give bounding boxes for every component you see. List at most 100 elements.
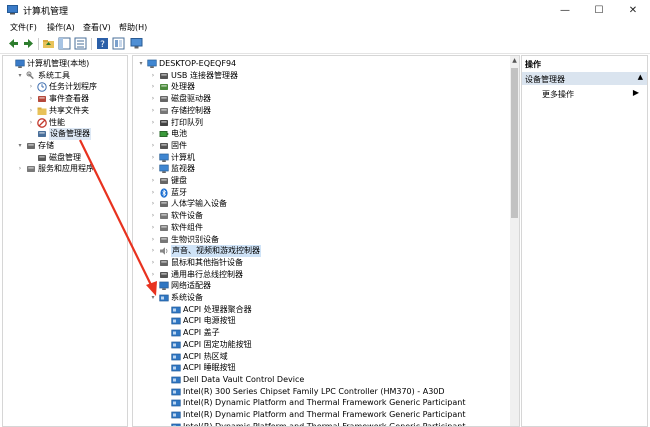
software-component-icon [160,224,168,231]
console-tree-item-label: 计算机管理(本地) [27,59,90,68]
system-device-icon [159,294,169,302]
expand-toggle-icon[interactable]: › [149,234,157,246]
expand-toggle-icon[interactable]: › [149,152,157,164]
menu-help[interactable]: 帮助(H) [119,22,147,33]
properties-icon[interactable] [112,37,125,50]
expand-toggle-icon[interactable]: › [149,81,157,93]
device-tree-item-label: 打印队列 [171,117,203,127]
show-hide-tree-icon[interactable] [58,37,71,50]
menu-bar: 文件(F) 操作(A) 查看(V) 帮助(H) [0,20,650,34]
actions-section-label: 设备管理器 [525,75,565,84]
system-device-icon [171,329,181,337]
submenu-arrow-icon[interactable]: ▶ [633,88,639,97]
tools-icon [26,71,34,79]
cpu-icon [160,84,168,91]
maximize-button[interactable]: ☐ [582,0,616,20]
toolbar: ? [0,34,650,54]
menu-action[interactable]: 操作(A) [47,22,75,33]
actions-pane: 操作 设备管理器 ▲ 更多操作 ▶ [521,55,648,427]
forward-icon[interactable] [22,37,35,50]
disk-icon [38,154,46,161]
services-icon [27,166,35,173]
software-device-icon [160,213,168,220]
expand-toggle-icon[interactable]: › [27,93,35,105]
expand-toggle-icon[interactable]: › [27,105,35,117]
system-device-icon [171,364,181,372]
console-tree-item-label: 服务和应用程序 [38,164,94,174]
actions-section-device-manager[interactable]: 设备管理器 ▲ [522,72,647,85]
device-tree-item-label: USB 连接器管理器 [171,70,238,80]
expand-toggle-icon[interactable]: › [149,222,157,234]
menu-file[interactable]: 文件(F) [10,22,37,33]
expand-toggle-icon[interactable]: › [149,187,157,199]
expand-toggle-icon[interactable]: › [149,198,157,210]
expand-toggle-icon[interactable]: › [27,81,35,93]
collapse-arrow-icon[interactable]: ▲ [638,73,643,81]
device-tree-item-label: 处理器 [171,82,195,92]
system-device-icon [171,411,181,419]
vertical-scrollbar[interactable]: ▲ [510,56,519,426]
expand-toggle-icon[interactable]: › [149,140,157,152]
device-tree-item-label: ACPI 处理器聚合器 [183,304,252,314]
expand-toggle-icon[interactable]: › [149,257,157,269]
minimize-button[interactable]: — [548,0,582,20]
network-icon [159,281,169,291]
monitor-icon [159,164,169,174]
expand-toggle-icon[interactable]: ▾ [149,292,157,304]
expand-toggle-icon[interactable]: › [16,163,24,175]
console-tree-item-label: 任务计划程序 [49,82,97,92]
system-device-icon [171,376,181,384]
device-tree-item-label: 计算机 [171,152,195,162]
console-tree-item-label: 磁盘管理 [49,152,81,162]
actions-header: 操作 [525,60,541,69]
help-icon[interactable]: ? [96,37,109,50]
expand-toggle-icon[interactable]: › [149,117,157,129]
expand-toggle-icon[interactable]: ▾ [137,58,145,70]
hid-icon [160,201,168,208]
device-tree-item-label: ACPI 热区域 [183,351,228,361]
device-tree-item-label: 软件设备 [171,211,203,221]
expand-toggle-icon[interactable]: › [149,163,157,175]
expand-toggle-icon[interactable]: › [149,105,157,117]
expand-toggle-icon[interactable]: › [149,70,157,82]
expand-toggle-icon[interactable]: › [149,245,157,257]
console-tree-item-label: 性能 [49,117,65,127]
device-tree-item-label: 鼠标和其他指针设备 [171,257,243,267]
expand-toggle-icon[interactable]: › [149,210,157,222]
list-view-icon[interactable] [74,37,87,50]
expand-toggle-icon[interactable]: › [149,269,157,281]
menu-view[interactable]: 查看(V) [83,22,111,33]
close-button[interactable]: ✕ [616,0,650,20]
device-tree-item-label: 蓝牙 [171,187,187,197]
expand-toggle-icon[interactable]: › [149,175,157,187]
console-tree-item-label: 设备管理器 [49,128,91,141]
firmware-icon [160,142,168,149]
expand-toggle-icon[interactable]: › [149,280,157,292]
monitor-icon[interactable] [130,37,143,50]
expand-toggle-icon[interactable]: ▾ [16,70,24,82]
expand-toggle-icon[interactable]: › [149,93,157,105]
more-actions-item[interactable]: 更多操作 [542,89,574,100]
system-device-icon [171,306,181,314]
scroll-up-icon[interactable]: ▲ [510,56,519,66]
device-tree-item-label: 通用串行总线控制器 [171,269,243,279]
device-tree-item-label: ACPI 电源按钮 [183,316,236,326]
event-viewer-icon [38,96,46,103]
folder-up-icon[interactable] [42,37,55,50]
device-tree-item-label: DESKTOP-EQEQF94 [159,59,237,68]
computer-icon [159,153,169,162]
scrollbar-thumb[interactable] [511,68,518,218]
performance-icon [37,117,47,128]
usb-icon [160,72,168,79]
system-device-icon [171,423,181,426]
device-tree-item-label: 磁盘驱动器 [171,94,211,104]
expand-toggle-icon[interactable]: ▾ [16,140,24,152]
expand-toggle-icon[interactable]: › [149,128,157,140]
console-tree-item-label: 共享文件夹 [49,105,89,115]
expand-toggle-icon[interactable]: › [27,117,35,129]
system-device-icon [171,399,181,407]
toolbar-separator [38,38,39,50]
computer-icon [147,59,157,68]
back-icon[interactable] [7,37,20,50]
device-tree-pane: ▲ ▾ DESKTOP-EQEQF94 › USB 连接器管理器 › 处理器 › 磁盘驱动器 ›… [132,55,520,427]
